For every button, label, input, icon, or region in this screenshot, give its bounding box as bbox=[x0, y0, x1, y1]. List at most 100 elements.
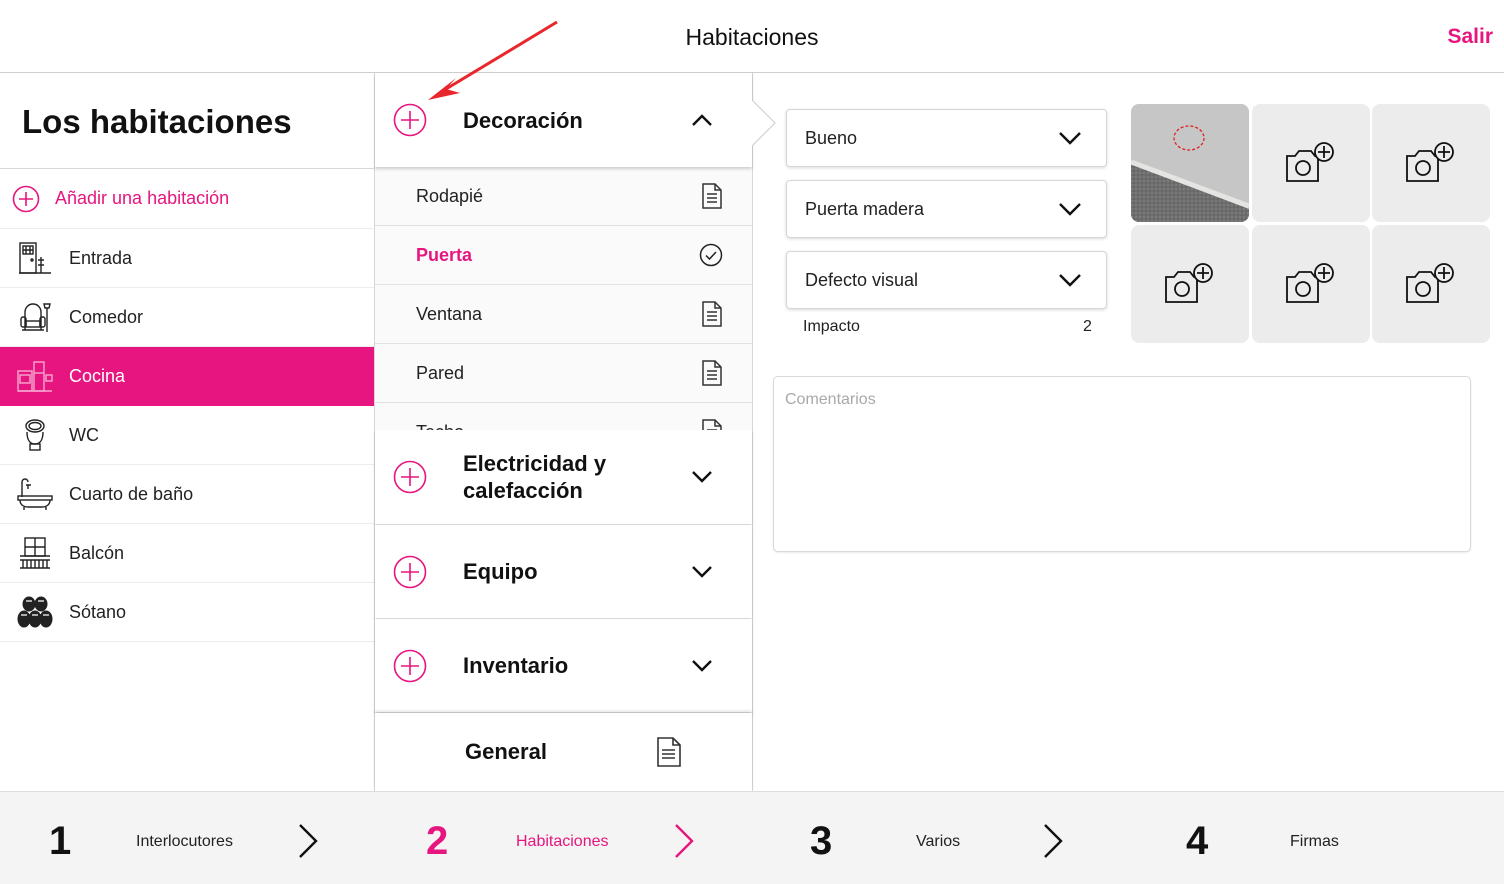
type-dropdown[interactable]: Puerta madera bbox=[786, 180, 1107, 238]
category-electricidad[interactable]: Electricidad y calefacción bbox=[375, 430, 752, 524]
category-label: Inventario bbox=[463, 653, 569, 678]
entrance-icon bbox=[15, 240, 55, 276]
chevron-down-icon bbox=[1059, 274, 1081, 287]
item-puerta[interactable]: Puerta bbox=[375, 226, 752, 285]
step-varios[interactable]: Varios bbox=[916, 833, 960, 851]
barrels-icon bbox=[15, 594, 55, 630]
chevron-down-icon bbox=[1059, 132, 1081, 145]
document-icon bbox=[702, 301, 722, 327]
impact-label: Impacto bbox=[803, 318, 860, 335]
add-photo-button[interactable] bbox=[1372, 104, 1490, 222]
room-item-cocina[interactable]: Cocina bbox=[0, 347, 374, 406]
plus-circle-icon[interactable] bbox=[393, 555, 427, 589]
item-label: Techo bbox=[416, 422, 464, 431]
category-label-line2: calefacción bbox=[463, 478, 583, 503]
item-label: Ventana bbox=[416, 303, 483, 324]
step-firmas[interactable]: Firmas bbox=[1290, 833, 1339, 851]
condition-dropdown[interactable]: Bueno bbox=[786, 109, 1107, 167]
camera-plus-icon bbox=[1286, 263, 1334, 303]
room-item-entrada[interactable]: Entrada bbox=[0, 229, 374, 288]
camera-plus-icon bbox=[1165, 263, 1213, 303]
category-label-line1: Electricidad y bbox=[463, 451, 607, 476]
room-item-sotano[interactable]: Sótano bbox=[0, 583, 374, 642]
camera-plus-icon bbox=[1406, 263, 1454, 303]
room-label: Comedor bbox=[69, 306, 144, 327]
exit-button[interactable]: Salir bbox=[1447, 25, 1493, 49]
room-item-cuarto-de-bano[interactable]: Cuarto de baño bbox=[0, 465, 374, 524]
add-photo-button[interactable] bbox=[1252, 104, 1370, 222]
room-label: Entrada bbox=[69, 247, 133, 268]
room-item-comedor[interactable]: Comedor bbox=[0, 288, 374, 347]
steps-bar: 1 Interlocutores 2 Habitaciones 3 Varios… bbox=[0, 791, 1504, 884]
chevron-down-icon bbox=[692, 471, 712, 483]
add-photo-button[interactable] bbox=[1131, 225, 1249, 343]
step-number: 1 bbox=[49, 819, 72, 863]
comments-textarea[interactable] bbox=[773, 376, 1471, 552]
rooms-title: Los habitaciones bbox=[0, 73, 374, 169]
dropdown-value: Puerta madera bbox=[805, 198, 925, 219]
document-icon bbox=[702, 183, 722, 209]
room-label: Balcón bbox=[69, 542, 125, 563]
step-number: 3 bbox=[810, 819, 833, 863]
step-number: 4 bbox=[1186, 819, 1209, 863]
add-photo-button[interactable] bbox=[1252, 225, 1370, 343]
item-label: Puerta bbox=[416, 244, 473, 265]
chevron-right-icon bbox=[675, 824, 694, 858]
chevron-down-icon bbox=[692, 659, 712, 672]
kitchen-icon bbox=[15, 358, 55, 394]
decoracion-items-list[interactable]: Rodapié Puerta Ventana Pared Techo bbox=[375, 167, 752, 430]
top-bar: Habitaciones Salir bbox=[0, 0, 1504, 73]
photo-grid bbox=[1131, 104, 1491, 344]
category-equipo[interactable]: Equipo bbox=[375, 525, 752, 618]
document-icon bbox=[702, 419, 722, 430]
document-icon bbox=[702, 360, 722, 386]
step-number: 2 bbox=[426, 819, 449, 863]
dropdown-value: Bueno bbox=[805, 127, 858, 148]
room-label: Cocina bbox=[69, 365, 126, 386]
item-label: Pared bbox=[416, 362, 465, 383]
category-label: Equipo bbox=[463, 559, 538, 584]
rooms-panel: Los habitaciones Añadir una habitación E… bbox=[0, 73, 375, 791]
step-habitaciones[interactable]: Habitaciones bbox=[516, 833, 609, 851]
bathtub-icon bbox=[15, 476, 55, 512]
chevron-down-icon bbox=[1059, 203, 1081, 216]
category-label: Electricidad y calefacción bbox=[463, 450, 606, 504]
wall-photo-image bbox=[1131, 104, 1249, 222]
category-general[interactable]: General bbox=[375, 713, 752, 791]
document-icon bbox=[657, 737, 681, 767]
step-interlocutores[interactable]: Interlocutores bbox=[136, 833, 233, 851]
room-label: Cuarto de baño bbox=[69, 483, 194, 504]
plus-circle-icon[interactable] bbox=[393, 103, 427, 137]
chevron-up-icon bbox=[692, 114, 712, 126]
room-label: Sótano bbox=[69, 601, 127, 622]
add-room-button[interactable]: Añadir una habitación bbox=[0, 169, 374, 229]
category-decoracion[interactable]: Decoración bbox=[375, 73, 752, 167]
page-title: Habitaciones bbox=[685, 24, 819, 50]
impact-value: 2 bbox=[1083, 318, 1092, 335]
category-label: Decoración bbox=[463, 107, 583, 133]
plus-circle-icon bbox=[12, 185, 40, 212]
room-item-balcon[interactable]: Balcón bbox=[0, 524, 374, 583]
chevron-down-icon bbox=[692, 565, 712, 578]
categories-panel: Rodapié Puerta Ventana Pared Techo Decor… bbox=[375, 73, 753, 791]
photo-thumbnail[interactable] bbox=[1131, 104, 1249, 222]
armchair-icon bbox=[15, 299, 55, 335]
item-rodapie[interactable]: Rodapié bbox=[375, 167, 752, 226]
add-photo-button[interactable] bbox=[1372, 225, 1490, 343]
check-circle-icon bbox=[699, 243, 723, 267]
balcony-icon bbox=[15, 535, 55, 571]
item-ventana[interactable]: Ventana bbox=[375, 285, 752, 344]
category-label: General bbox=[465, 739, 547, 764]
room-item-wc[interactable]: WC bbox=[0, 406, 374, 465]
item-label: Rodapié bbox=[416, 185, 484, 206]
category-inventario[interactable]: Inventario bbox=[375, 619, 752, 712]
selection-pointer bbox=[752, 100, 776, 146]
item-techo[interactable]: Techo bbox=[375, 403, 752, 430]
plus-circle-icon[interactable] bbox=[393, 649, 427, 683]
chevron-right-icon bbox=[299, 824, 318, 858]
dropdown-value: Defecto visual bbox=[805, 269, 919, 290]
plus-circle-icon[interactable] bbox=[393, 460, 427, 494]
defect-dropdown[interactable]: Defecto visual bbox=[786, 251, 1107, 309]
item-pared[interactable]: Pared bbox=[375, 344, 752, 403]
chevron-right-icon bbox=[1044, 824, 1063, 858]
